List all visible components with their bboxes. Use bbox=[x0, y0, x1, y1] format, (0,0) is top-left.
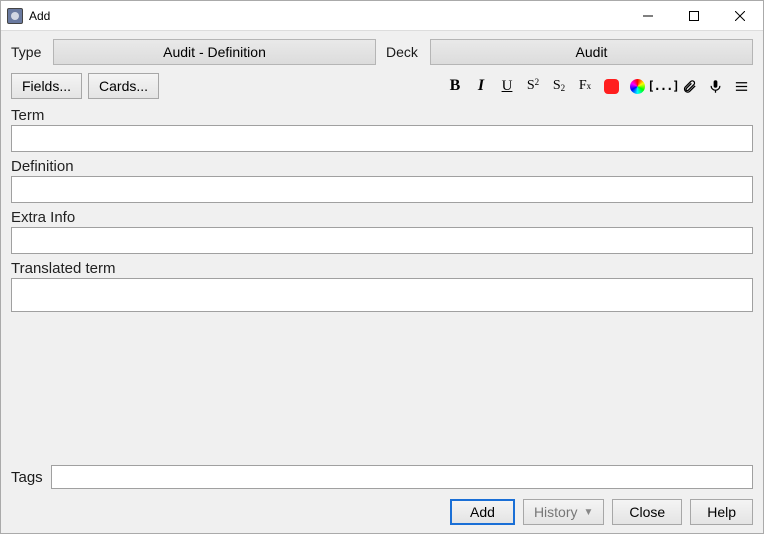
help-button[interactable]: Help bbox=[690, 499, 753, 525]
italic-button[interactable]: I bbox=[471, 76, 491, 96]
app-icon bbox=[7, 8, 23, 24]
field-label: Extra Info bbox=[11, 209, 753, 226]
extra-info-input[interactable] bbox=[11, 227, 753, 254]
more-button[interactable] bbox=[731, 76, 751, 96]
tags-input[interactable] bbox=[51, 465, 753, 489]
text-color-button[interactable] bbox=[601, 76, 621, 96]
content-area: Type Audit - Definition Deck Audit Field… bbox=[1, 31, 763, 533]
history-button[interactable]: History▼ bbox=[523, 499, 604, 525]
titlebar: Add bbox=[1, 1, 763, 31]
menu-icon bbox=[734, 79, 749, 94]
close-window-button[interactable] bbox=[717, 1, 763, 30]
toolbar-row: Fields... Cards... B I U S2 S2 Fx [...] bbox=[11, 73, 753, 99]
translated-term-input[interactable] bbox=[11, 278, 753, 312]
fields-button[interactable]: Fields... bbox=[11, 73, 82, 99]
red-color-icon bbox=[604, 79, 619, 94]
type-selector[interactable]: Audit - Definition bbox=[53, 39, 376, 65]
field-term: Term bbox=[11, 107, 753, 152]
maximize-button[interactable] bbox=[671, 1, 717, 30]
cards-button[interactable]: Cards... bbox=[88, 73, 159, 99]
subscript-button[interactable]: S2 bbox=[549, 76, 569, 96]
close-button[interactable]: Close bbox=[612, 499, 682, 525]
format-toolbar: B I U S2 S2 Fx [...] bbox=[445, 76, 753, 96]
superscript-button[interactable]: S2 bbox=[523, 76, 543, 96]
color-picker-button[interactable] bbox=[627, 76, 647, 96]
deck-label: Deck bbox=[386, 44, 424, 60]
field-label: Definition bbox=[11, 158, 753, 175]
tags-row: Tags bbox=[11, 465, 753, 489]
underline-button[interactable]: U bbox=[497, 76, 517, 96]
fields-area: Term Definition Extra Info Translated te… bbox=[11, 107, 753, 312]
window-title: Add bbox=[29, 9, 50, 23]
record-button[interactable] bbox=[705, 76, 725, 96]
attach-button[interactable] bbox=[679, 76, 699, 96]
bottom-buttons: Add History▼ Close Help bbox=[11, 499, 753, 525]
window-controls bbox=[625, 1, 763, 30]
dropdown-icon: ▼ bbox=[584, 507, 594, 518]
add-window: Add Type Audit - Definition Deck Audit F… bbox=[0, 0, 764, 534]
add-button[interactable]: Add bbox=[450, 499, 515, 525]
field-translated-term: Translated term bbox=[11, 260, 753, 312]
type-label: Type bbox=[11, 44, 47, 60]
field-definition: Definition bbox=[11, 158, 753, 203]
field-label: Translated term bbox=[11, 260, 753, 277]
clear-format-button[interactable]: Fx bbox=[575, 76, 595, 96]
field-label: Term bbox=[11, 107, 753, 124]
deck-selector[interactable]: Audit bbox=[430, 39, 753, 65]
term-input[interactable] bbox=[11, 125, 753, 152]
definition-input[interactable] bbox=[11, 176, 753, 203]
rainbow-icon bbox=[630, 79, 645, 94]
paperclip-icon bbox=[682, 79, 697, 94]
cloze-button[interactable]: [...] bbox=[653, 76, 673, 96]
type-deck-row: Type Audit - Definition Deck Audit bbox=[11, 39, 753, 65]
field-extra-info: Extra Info bbox=[11, 209, 753, 254]
microphone-icon bbox=[708, 79, 723, 94]
minimize-button[interactable] bbox=[625, 1, 671, 30]
tags-label: Tags bbox=[11, 469, 43, 486]
bold-button[interactable]: B bbox=[445, 76, 465, 96]
